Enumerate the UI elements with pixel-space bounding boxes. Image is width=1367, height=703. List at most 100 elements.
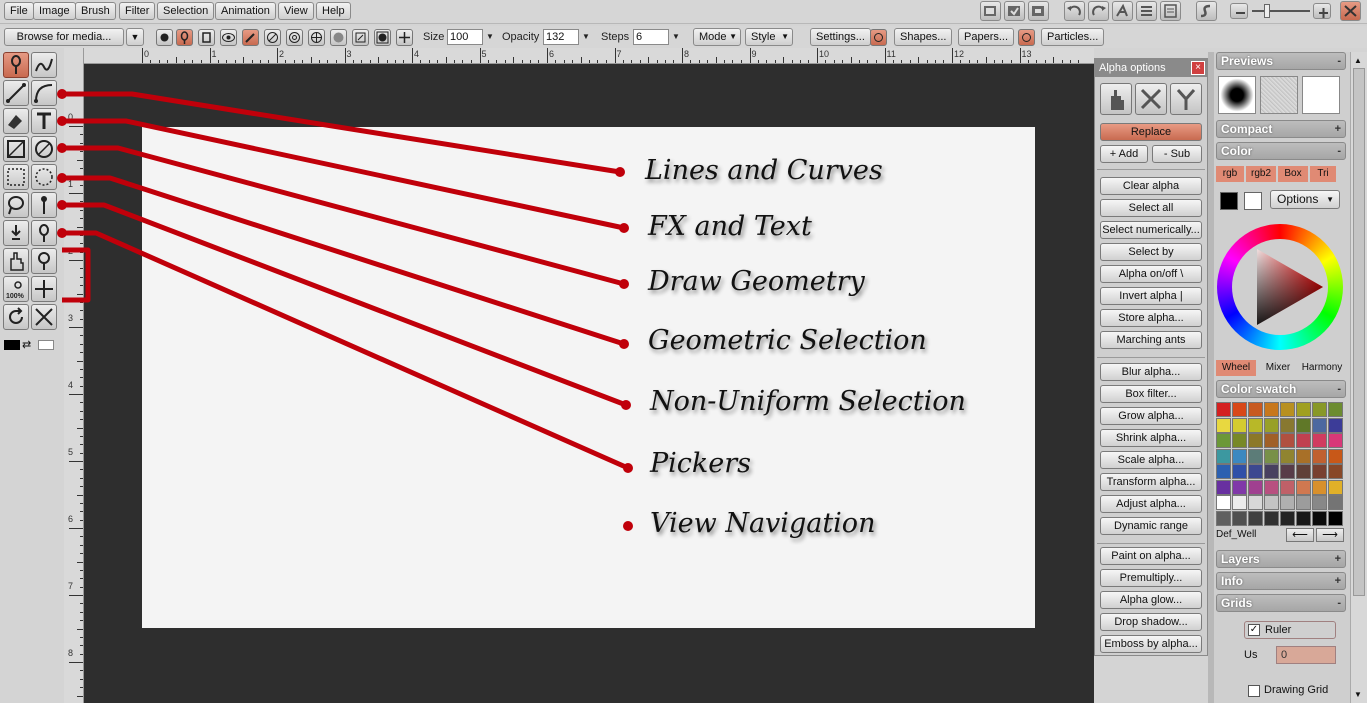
paper-preview[interactable] [1260, 76, 1298, 114]
info-header[interactable]: Info + [1216, 572, 1346, 590]
color-swatch[interactable] [1232, 510, 1247, 526]
swap-colors-icon[interactable]: ⇄ [22, 338, 31, 351]
color-swatch[interactable] [1248, 433, 1263, 448]
color-swatch[interactable] [1232, 417, 1247, 433]
color-swatch[interactable] [1264, 464, 1279, 479]
color-swatch[interactable] [1216, 433, 1231, 448]
settings-button[interactable]: Settings... [810, 28, 871, 46]
steps-dropdown-icon[interactable]: ▼ [670, 30, 682, 44]
color-swatch[interactable] [1328, 464, 1343, 479]
script-icon[interactable] [1196, 1, 1217, 21]
brush-eye-icon[interactable] [220, 29, 237, 46]
ruler-checkbox[interactable]: ✓ [1248, 624, 1260, 636]
brush-editor-icon[interactable] [1112, 1, 1133, 21]
color-swatch-header[interactable]: Color swatch - [1216, 380, 1346, 398]
color-swatch[interactable] [1264, 479, 1279, 495]
paint-brush-icon[interactable] [3, 52, 29, 78]
color-swatch[interactable] [1248, 464, 1263, 479]
color-swatch[interactable] [1232, 402, 1247, 417]
collapse-icon[interactable]: - [1337, 53, 1341, 69]
drawing-grid-checkbox[interactable] [1248, 685, 1260, 697]
color-swatch[interactable] [1232, 464, 1247, 479]
color-swatch[interactable] [1280, 479, 1295, 495]
color-swatch[interactable] [1216, 510, 1231, 526]
brush-swirl-icon[interactable] [286, 29, 303, 46]
replace-button[interactable]: Replace [1100, 123, 1202, 141]
color-swatch[interactable] [1296, 448, 1311, 464]
color-swatch[interactable] [1328, 433, 1343, 448]
ellipse-select-icon[interactable] [31, 164, 57, 190]
compact-header[interactable]: Compact + [1216, 120, 1346, 138]
redo-icon[interactable] [1088, 1, 1109, 21]
expand-icon[interactable]: + [1335, 121, 1341, 137]
color-swatch[interactable] [1280, 417, 1295, 433]
select-by-button[interactable]: Select by [1100, 243, 1202, 261]
zoom-slider[interactable] [1252, 4, 1310, 18]
color-swatch[interactable] [1296, 433, 1311, 448]
pick-color-icon[interactable] [3, 220, 29, 246]
move-icon[interactable] [31, 276, 57, 302]
magic-wand-icon[interactable] [31, 192, 57, 218]
brush-grid-icon[interactable] [374, 29, 391, 46]
well-next-button[interactable]: ⟶ [1316, 528, 1344, 542]
color-swatch[interactable] [1216, 417, 1231, 433]
curve-icon[interactable] [31, 80, 57, 106]
expand-icon[interactable]: + [1335, 551, 1341, 567]
color-swatch[interactable] [1248, 448, 1263, 464]
color-swatch[interactable] [1296, 479, 1311, 495]
drop-shadow-button[interactable]: Drop shadow... [1100, 613, 1202, 631]
rectangle-icon[interactable] [3, 136, 29, 162]
tab-box[interactable]: Box [1278, 166, 1308, 182]
brush-target-icon[interactable] [308, 29, 325, 46]
collapse-icon[interactable]: - [1337, 381, 1341, 397]
zoom-in-icon[interactable] [1313, 3, 1331, 19]
canvas[interactable] [142, 127, 1035, 628]
color-swatch[interactable] [1280, 510, 1295, 526]
alpha-hand-icon[interactable] [1100, 83, 1132, 115]
color-swatch[interactable] [1312, 402, 1327, 417]
invert-alpha-button[interactable]: Invert alpha | [1100, 287, 1202, 305]
grab-icon[interactable] [3, 248, 29, 274]
menu-animation[interactable]: Animation [215, 2, 276, 20]
color-swatch[interactable] [1264, 402, 1279, 417]
vertical-scrollbar[interactable]: ▲ ▼ [1350, 52, 1367, 703]
color-swatch[interactable] [1264, 417, 1279, 433]
color-wheel[interactable] [1217, 224, 1343, 350]
color-swatch[interactable] [1264, 433, 1279, 448]
text-icon[interactable] [31, 108, 57, 134]
size-dropdown-icon[interactable]: ▼ [484, 30, 496, 44]
color-swatch[interactable] [1280, 464, 1295, 479]
dynamic-range-button[interactable]: Dynamic range [1100, 517, 1202, 535]
color-swatch[interactable] [1312, 495, 1327, 510]
color-swatch[interactable] [1248, 495, 1263, 510]
color-swatch[interactable] [1232, 433, 1247, 448]
color-swatch[interactable] [1328, 479, 1343, 495]
brush-stamp-icon[interactable] [198, 29, 215, 46]
grids-header[interactable]: Grids - [1216, 594, 1346, 612]
lasso-icon[interactable] [3, 192, 29, 218]
particles-button[interactable]: Particles... [1041, 28, 1105, 46]
color-swatch[interactable] [1264, 448, 1279, 464]
save-file-icon[interactable] [1004, 1, 1025, 21]
color-swatch[interactable] [1296, 402, 1311, 417]
papers-target-icon[interactable] [1018, 29, 1035, 46]
menu-help[interactable]: Help [316, 2, 351, 20]
color-swatch[interactable] [1248, 417, 1263, 433]
color-swatch[interactable] [1328, 495, 1343, 510]
color-swatch[interactable] [1232, 495, 1247, 510]
save-as-icon[interactable] [1028, 1, 1049, 21]
color-swatch[interactable] [1312, 433, 1327, 448]
line-icon[interactable] [3, 80, 29, 106]
shapes-button[interactable]: Shapes... [894, 28, 953, 46]
brush-paint-icon[interactable] [176, 29, 193, 46]
brush-airbrush-icon[interactable] [264, 29, 281, 46]
collapse-icon[interactable]: - [1337, 143, 1341, 159]
color-swatch[interactable] [1248, 402, 1263, 417]
settings-target-icon[interactable] [870, 29, 887, 46]
alpha-fork-icon[interactable] [1170, 83, 1202, 115]
store-alpha-button[interactable]: Store alpha... [1100, 309, 1202, 327]
background-swatch-mini[interactable] [38, 340, 54, 350]
color-swatch[interactable] [1248, 510, 1263, 526]
alpha-glow-button[interactable]: Alpha glow... [1100, 591, 1202, 609]
settings-sliders-icon[interactable] [1136, 1, 1157, 21]
